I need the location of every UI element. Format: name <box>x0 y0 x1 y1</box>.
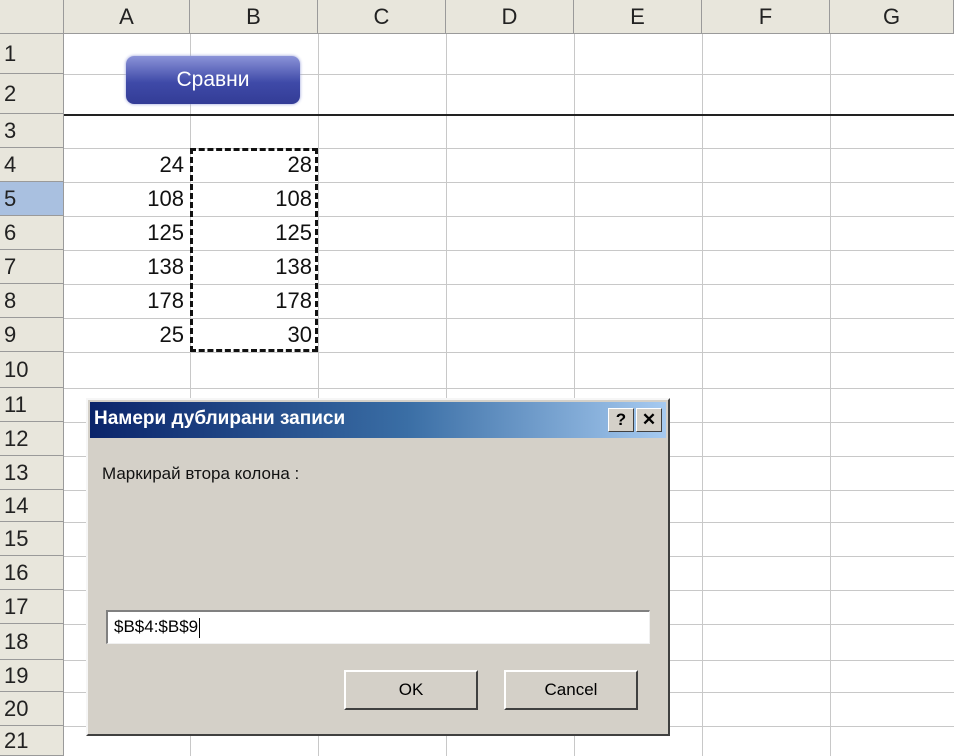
column-header-g[interactable]: G <box>830 0 954 34</box>
column-header-b[interactable]: B <box>190 0 318 34</box>
dialog-prompt: Маркирай втора колона : <box>102 464 300 483</box>
close-icon[interactable]: ✕ <box>636 408 662 432</box>
row-header-4[interactable]: 4 <box>0 148 64 182</box>
select-all-corner[interactable] <box>0 0 64 34</box>
gridline-horizontal <box>64 352 954 353</box>
cell-a5[interactable]: 108 <box>64 182 190 216</box>
gridline-vertical <box>830 34 831 756</box>
row-header-14[interactable]: 14 <box>0 490 64 522</box>
row-header-16[interactable]: 16 <box>0 556 64 590</box>
row-header-15[interactable]: 15 <box>0 522 64 556</box>
row-header-20[interactable]: 20 <box>0 692 64 726</box>
frozen-pane-divider <box>64 114 954 116</box>
row-header-12[interactable]: 12 <box>0 422 64 456</box>
column-header-a[interactable]: A <box>64 0 190 34</box>
text-caret <box>199 617 201 638</box>
compare-button[interactable]: Сравни <box>126 56 300 104</box>
range-reference-input[interactable]: $B$4:$B$9 <box>106 610 650 644</box>
cell-a8[interactable]: 178 <box>64 284 190 318</box>
cell-a6[interactable]: 125 <box>64 216 190 250</box>
row-header-5[interactable]: 5 <box>0 182 64 216</box>
copy-selection-marquee <box>190 148 318 352</box>
ok-button[interactable]: OK <box>344 670 478 710</box>
row-header-6[interactable]: 6 <box>0 216 64 250</box>
column-header-f[interactable]: F <box>702 0 830 34</box>
row-header-7[interactable]: 7 <box>0 250 64 284</box>
row-header-13[interactable]: 13 <box>0 456 64 490</box>
cell-a7[interactable]: 138 <box>64 250 190 284</box>
cell-a4[interactable]: 24 <box>64 148 190 182</box>
row-header-10[interactable]: 10 <box>0 352 64 388</box>
column-header-d[interactable]: D <box>446 0 574 34</box>
help-icon[interactable]: ? <box>608 408 634 432</box>
dialog-titlebar[interactable]: Намери дублирани записи ? ✕ <box>90 402 666 438</box>
row-header-11[interactable]: 11 <box>0 388 64 422</box>
gridline-vertical <box>702 34 703 756</box>
row-header-9[interactable]: 9 <box>0 318 64 352</box>
row-header-1[interactable]: 1 <box>0 34 64 74</box>
cell-a9[interactable]: 25 <box>64 318 190 352</box>
row-header-18[interactable]: 18 <box>0 624 64 660</box>
find-duplicates-dialog: Намери дублирани записи ? ✕ Маркирай вто… <box>86 398 670 736</box>
row-header-3[interactable]: 3 <box>0 114 64 148</box>
column-header-c[interactable]: C <box>318 0 446 34</box>
row-header-19[interactable]: 19 <box>0 660 64 692</box>
row-header-8[interactable]: 8 <box>0 284 64 318</box>
range-reference-value: $B$4:$B$9 <box>114 617 199 636</box>
row-header-2[interactable]: 2 <box>0 74 64 114</box>
dialog-title: Намери дублирани записи <box>94 408 346 429</box>
gridline-horizontal <box>64 388 954 389</box>
cancel-button[interactable]: Cancel <box>504 670 638 710</box>
column-header-e[interactable]: E <box>574 0 702 34</box>
row-header-21[interactable]: 21 <box>0 726 64 756</box>
row-header-17[interactable]: 17 <box>0 590 64 624</box>
